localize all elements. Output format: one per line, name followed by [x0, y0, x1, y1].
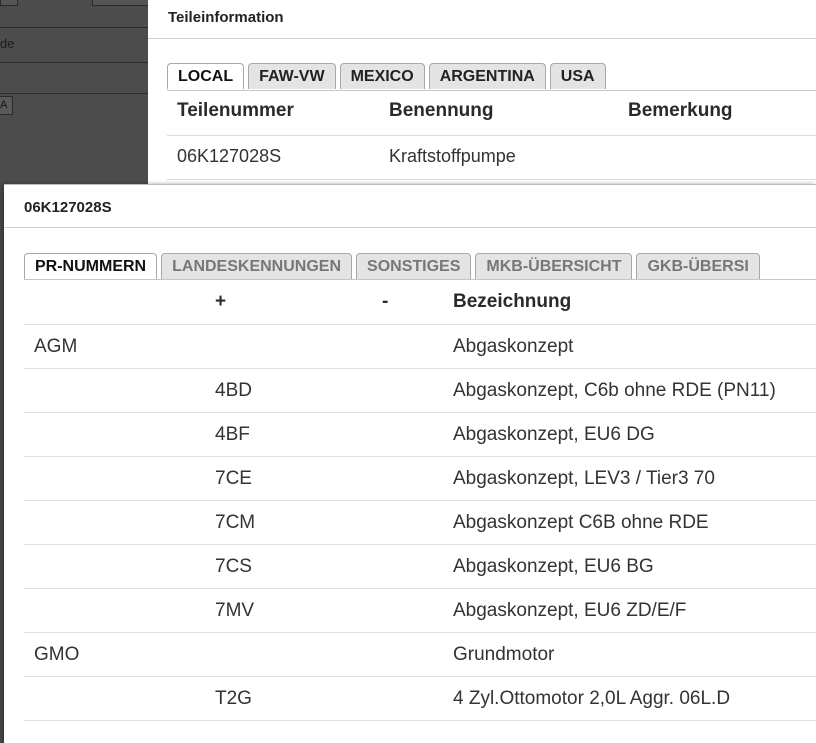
column-header-benennung[interactable]: Benennung [389, 100, 494, 122]
pr-code-cell: T2G [215, 688, 252, 709]
tab-usa[interactable]: USA [549, 63, 606, 89]
description-cell: Abgaskonzept, EU6 BG [453, 556, 654, 577]
description-cell: Abgaskonzept, LEV3 / Tier3 70 [453, 468, 715, 489]
tab-mkb-uebersicht[interactable]: MKB-ÜBERSICHT [475, 253, 633, 279]
description-cell: Abgaskonzept, EU6 ZD/E/F [453, 600, 687, 621]
parts-info-titlebar: Teileinformation [148, 0, 816, 39]
table-row[interactable]: 7CE Abgaskonzept, LEV3 / Tier3 70 [24, 456, 816, 500]
tab-divider [167, 90, 816, 91]
description-cell: Abgaskonzept, C6b ohne RDE (PN11) [453, 380, 776, 401]
column-header-minus[interactable]: - [382, 291, 388, 313]
pr-code-cell: 4BF [215, 424, 250, 445]
header-divider [167, 135, 816, 136]
pr-code-cell: 7CS [215, 556, 252, 577]
tab-mexico[interactable]: MEXICO [339, 63, 425, 89]
background-divider [0, 62, 148, 63]
background-divider [0, 93, 148, 94]
pr-number-table: AGM Abgaskonzept 4BD Abgaskonzept, C6b o… [24, 324, 816, 721]
tab-sonstiges[interactable]: SONSTIGES [356, 253, 472, 279]
description-cell: Grundmotor [453, 644, 555, 665]
description-cell: Abgaskonzept, EU6 DG [453, 424, 655, 445]
tab-faw-vw[interactable]: FAW-VW [248, 63, 336, 89]
pr-code-cell: 7CE [215, 468, 252, 489]
part-number-cell[interactable]: 06K127028S [177, 146, 281, 167]
table-row[interactable]: GMO Grundmotor [24, 632, 816, 676]
table-row[interactable]: T2G 4 Zyl.Ottomotor 2,0L Aggr. 06L.D [24, 676, 816, 721]
tab-divider [24, 279, 816, 280]
table-row[interactable]: 4BF Abgaskonzept, EU6 DG [24, 412, 816, 456]
group-code-cell: GMO [34, 644, 80, 665]
description-cell: Abgaskonzept [453, 336, 574, 357]
tab-landeskennungen[interactable]: LANDESKENNUNGEN [161, 253, 353, 279]
tab-argentina[interactable]: ARGENTINA [428, 63, 546, 89]
parts-info-tabs: LOCAL FAW-VW MEXICO ARGENTINA USA [167, 63, 610, 89]
table-row[interactable]: 7CS Abgaskonzept, EU6 BG [24, 544, 816, 588]
description-cell: 4 Zyl.Ottomotor 2,0L Aggr. 06L.D [453, 688, 731, 709]
parts-info-title: Teileinformation [168, 9, 284, 26]
table-row[interactable]: 4BD Abgaskonzept, C6b ohne RDE (PN11) [24, 368, 816, 412]
column-header-bemerkung[interactable]: Bemerkung [628, 100, 733, 122]
description-cell: Abgaskonzept C6B ohne RDE [453, 512, 709, 533]
background-field [92, 0, 150, 6]
table-row[interactable]: 7CM Abgaskonzept C6B ohne RDE [24, 500, 816, 544]
part-detail-window: 06K127028S PR-NUMMERN LANDESKENNUNGEN SO… [4, 184, 816, 743]
pr-code-cell: 4BD [215, 380, 252, 401]
table-row[interactable]: AGM Abgaskonzept [24, 324, 816, 368]
part-detail-title: 06K127028S [24, 199, 112, 216]
tab-pr-nummern[interactable]: PR-NUMMERN [24, 253, 158, 279]
column-header-plus[interactable]: + [215, 291, 226, 313]
part-name-cell[interactable]: Kraftstoffpumpe [389, 146, 516, 167]
background-divider [0, 27, 148, 28]
column-header-teilenummer[interactable]: Teilenummer [177, 100, 294, 122]
part-detail-titlebar: 06K127028S [4, 185, 816, 228]
tab-local[interactable]: LOCAL [167, 63, 245, 89]
background-label: de [0, 36, 15, 51]
background-input: A [0, 96, 13, 115]
pr-code-cell: 7CM [215, 512, 256, 533]
part-detail-tabs: PR-NUMMERN LANDESKENNUNGEN SONSTIGES MKB… [24, 253, 764, 279]
row-divider [167, 179, 816, 180]
background-field [0, 0, 18, 6]
pr-code-cell: 7MV [215, 600, 255, 621]
tab-gkb-uebersicht[interactable]: GKB-ÜBERSI [636, 253, 760, 279]
table-row[interactable]: 7MV Abgaskonzept, EU6 ZD/E/F [24, 588, 816, 632]
group-code-cell: AGM [34, 336, 78, 357]
column-header-bezeichnung[interactable]: Bezeichnung [453, 291, 571, 313]
